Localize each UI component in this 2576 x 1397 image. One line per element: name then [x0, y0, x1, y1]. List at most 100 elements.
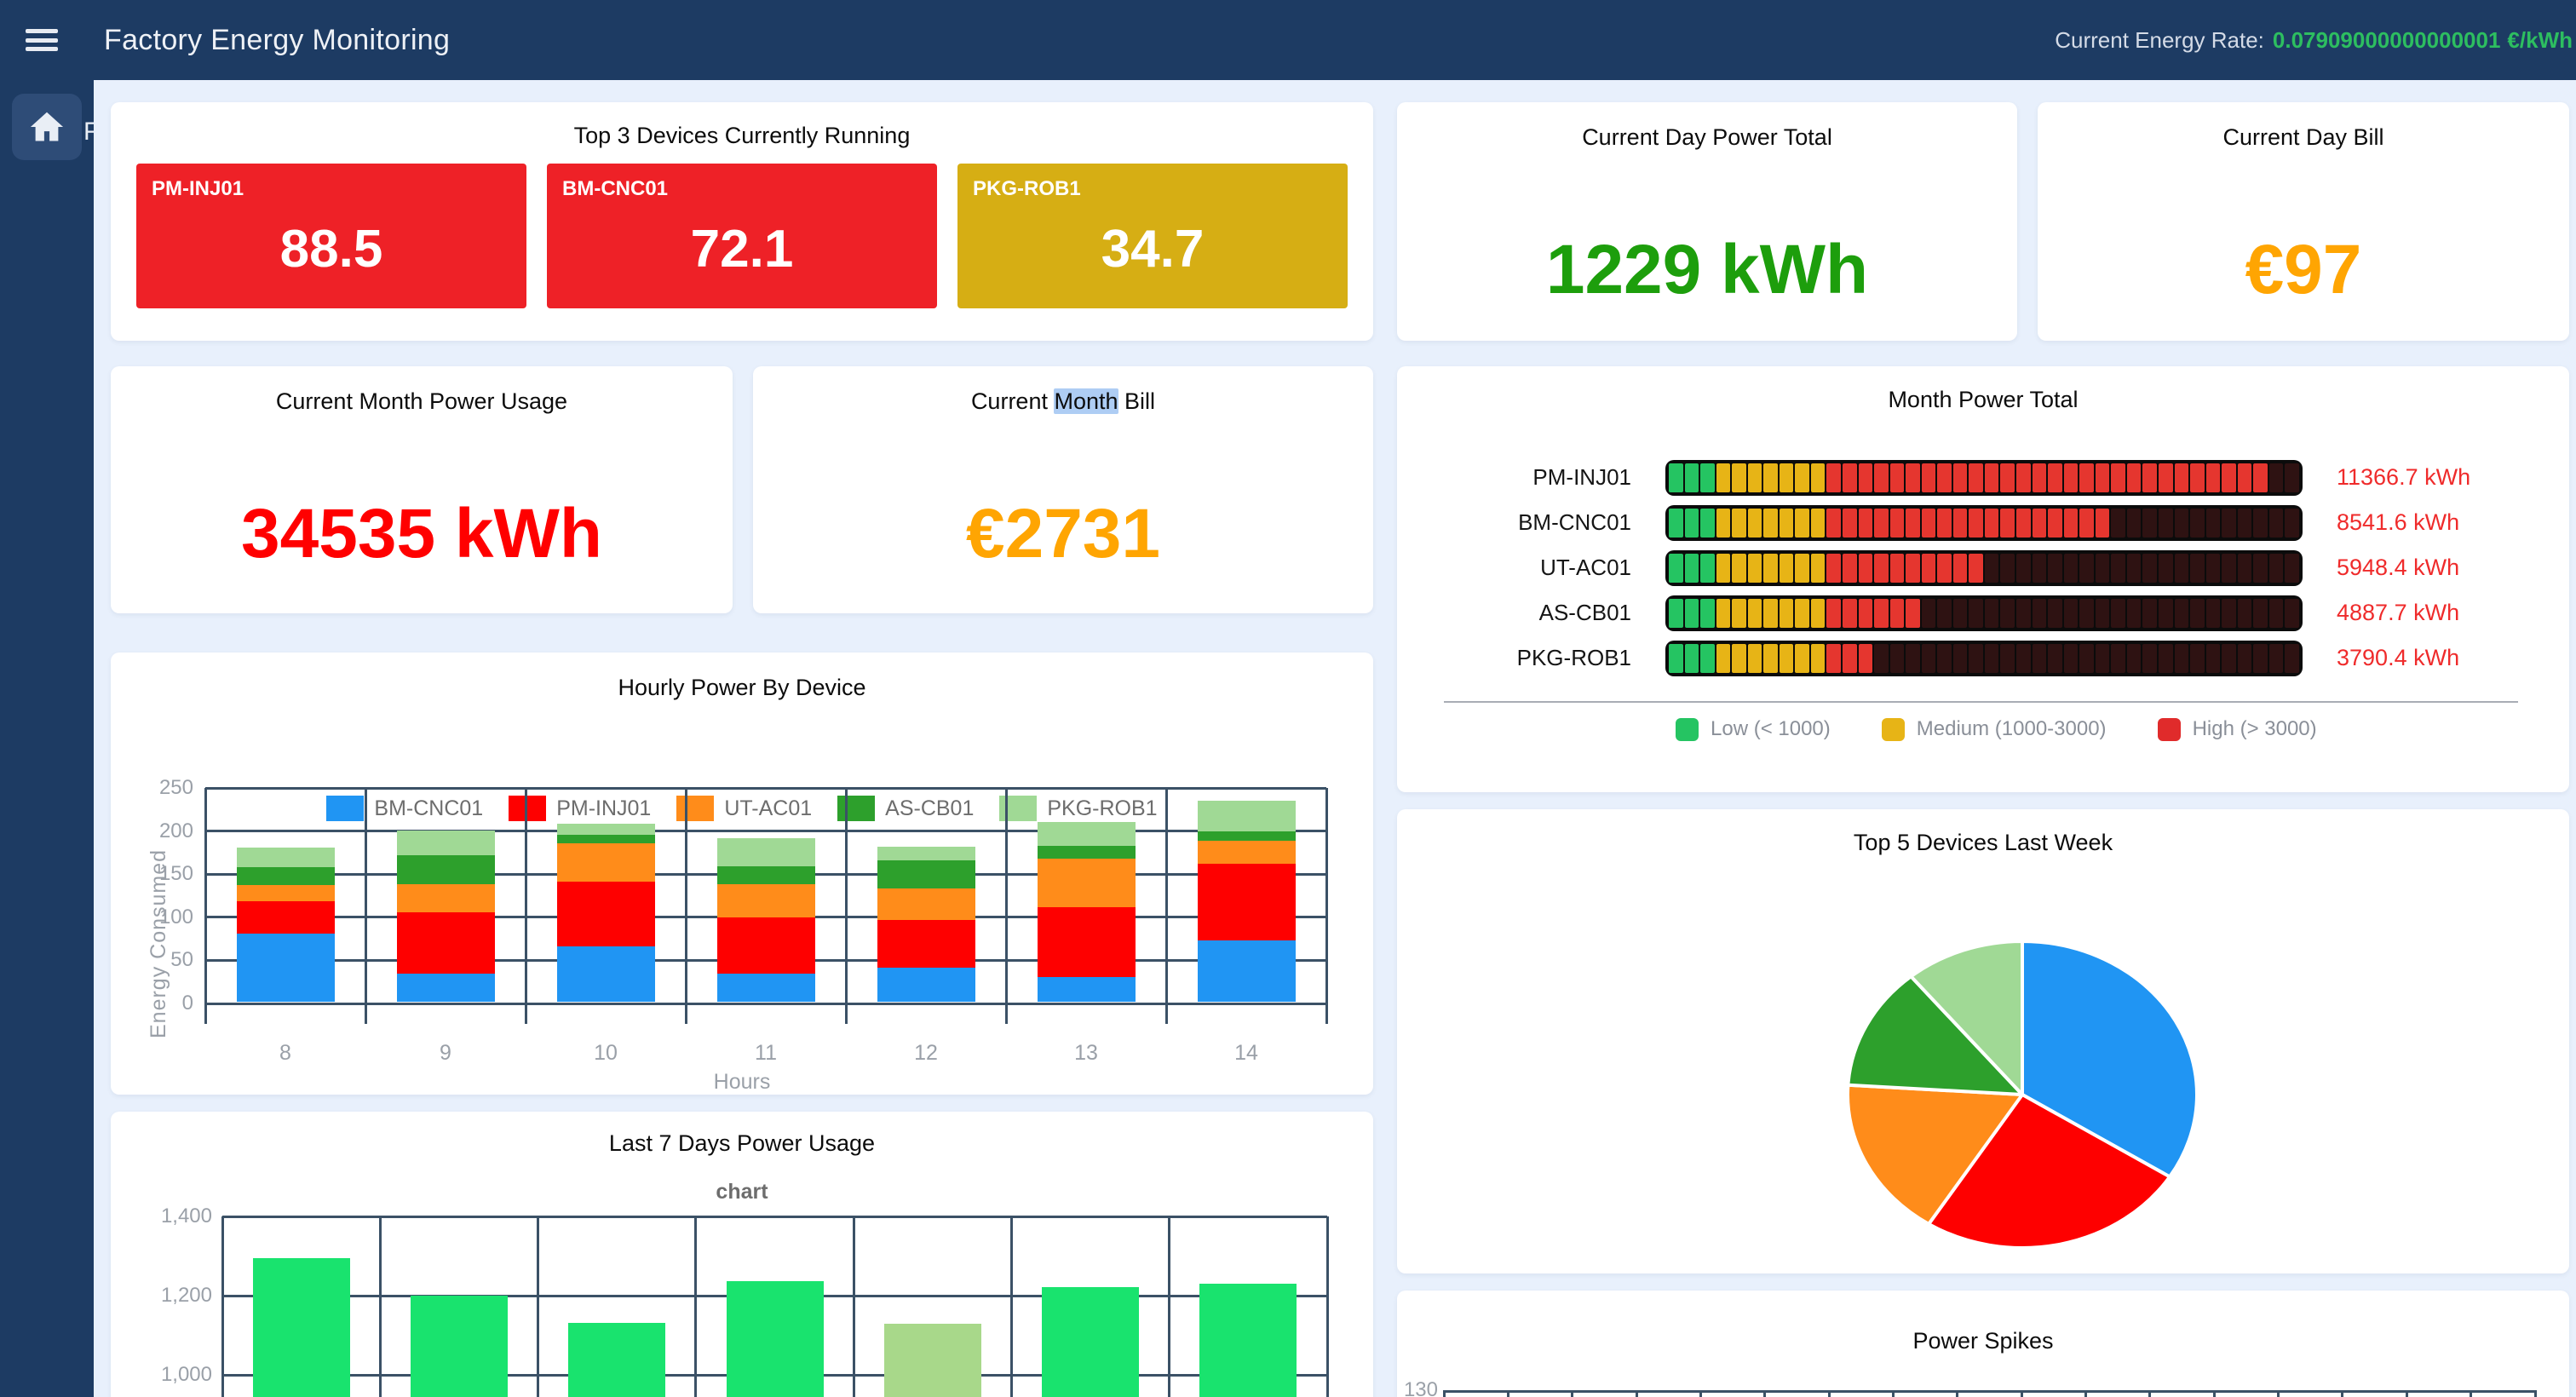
bar-segment	[1937, 509, 1952, 538]
bar-segment-ut-ac01[interactable]	[397, 884, 495, 911]
device-label: UT-AC01	[1397, 555, 1665, 581]
device-kwh-value: 4887.7 kWh	[2303, 600, 2459, 626]
hourly-plot-area[interactable]: 050100150200250891011121314	[205, 788, 1326, 1003]
bar-segment-as-cb01[interactable]	[717, 866, 815, 884]
bar-segment	[1859, 463, 1873, 492]
bar-stack-hour-12[interactable]	[877, 847, 975, 1002]
segmented-bar[interactable]	[1665, 641, 2303, 676]
bar-segment-pkg-rob1[interactable]	[237, 848, 335, 867]
bar-segment-bm-cnc01[interactable]	[717, 974, 815, 1002]
last7-bar[interactable]	[568, 1323, 665, 1397]
bar-segment-as-cb01[interactable]	[877, 860, 975, 888]
bar-segment-pkg-rob1[interactable]	[557, 824, 655, 835]
bar-segment-pm-inj01[interactable]	[1038, 907, 1136, 977]
segmented-bar[interactable]	[1665, 460, 2303, 496]
bar-segment	[1669, 599, 1683, 628]
bar-segment	[1685, 509, 1699, 538]
bar-segment-pkg-rob1[interactable]	[1198, 801, 1296, 831]
gridline	[694, 1216, 697, 1397]
bar-segment	[1874, 554, 1889, 583]
bar-segment-bm-cnc01[interactable]	[237, 934, 335, 1002]
last7-bar[interactable]	[411, 1296, 508, 1397]
bar-segment-bm-cnc01[interactable]	[557, 946, 655, 1002]
segmented-bar[interactable]	[1665, 595, 2303, 631]
bar-segment-ut-ac01[interactable]	[557, 843, 655, 882]
hamburger-menu-icon[interactable]	[26, 26, 60, 55]
bar-segment-pkg-rob1[interactable]	[877, 847, 975, 860]
bar-segment	[1922, 599, 1936, 628]
bar-segment	[1890, 509, 1905, 538]
bar-stack-hour-9[interactable]	[397, 831, 495, 1002]
bar-segment-as-cb01[interactable]	[557, 835, 655, 843]
last7-bar[interactable]	[727, 1281, 824, 1397]
spikes-plot-area[interactable]	[1444, 1390, 2535, 1397]
last7-plot-area[interactable]: 1,4001,2001,000	[222, 1216, 1327, 1397]
gridline	[845, 788, 848, 1003]
device-tile-pkg-rob1[interactable]: PKG-ROB134.7	[957, 164, 1348, 308]
bar-stack-hour-8[interactable]	[237, 848, 335, 1002]
last7-bar[interactable]	[253, 1258, 350, 1397]
bar-segment-bm-cnc01[interactable]	[1038, 977, 1136, 1002]
bar-segment	[2269, 554, 2284, 583]
bar-segment-pm-inj01[interactable]	[1198, 864, 1296, 940]
last7-bar[interactable]	[1042, 1287, 1139, 1397]
device-tile-pm-inj01[interactable]: PM-INJ0188.5	[136, 164, 526, 308]
last7-bar[interactable]	[1199, 1284, 1297, 1397]
bar-segment	[1669, 554, 1683, 583]
bar-segment	[1985, 463, 1999, 492]
segmented-bar[interactable]	[1665, 550, 2303, 586]
bar-segment	[2253, 554, 2268, 583]
bar-segment	[2127, 463, 2142, 492]
home-button[interactable]	[12, 94, 82, 160]
x-tick-label: 9	[440, 1041, 451, 1066]
bar-segment-pm-inj01[interactable]	[877, 920, 975, 968]
bar-segment-pm-inj01[interactable]	[717, 917, 815, 974]
last7-bar[interactable]	[884, 1324, 981, 1397]
pie-chart[interactable]	[1397, 809, 2569, 1273]
gridline	[685, 788, 687, 1003]
bar-segment	[2253, 599, 2268, 628]
segmented-bar[interactable]	[1665, 505, 2303, 541]
day-power-total-card: Current Day Power Total 1229 kWh	[1397, 102, 2017, 341]
rate-label: Current Energy Rate:	[2055, 27, 2264, 54]
bar-segment-ut-ac01[interactable]	[717, 884, 815, 917]
bar-segment-pm-inj01[interactable]	[557, 882, 655, 946]
month-bill-value: €2731	[753, 494, 1373, 574]
bar-segment	[1826, 554, 1841, 583]
bar-segment-pkg-rob1[interactable]	[717, 838, 815, 866]
x-tick-label: 14	[1234, 1041, 1258, 1066]
bar-segment-pm-inj01[interactable]	[237, 901, 335, 934]
table-row: PM-INJ0111366.7 kWh	[1397, 455, 2569, 500]
bar-segment-pkg-rob1[interactable]	[1038, 822, 1136, 846]
bar-segment-ut-ac01[interactable]	[237, 885, 335, 900]
bar-stack-hour-10[interactable]	[557, 824, 655, 1002]
bar-segment-pm-inj01[interactable]	[397, 912, 495, 974]
bar-segment-as-cb01[interactable]	[397, 855, 495, 884]
bar-segment	[2096, 644, 2110, 673]
bar-segment-bm-cnc01[interactable]	[1198, 940, 1296, 1002]
x-tick-label: 12	[914, 1041, 938, 1066]
bar-segment-ut-ac01[interactable]	[1038, 859, 1136, 907]
device-tile-name: BM-CNC01	[547, 164, 937, 201]
bar-segment	[1795, 644, 1809, 673]
bar-segment-as-cb01[interactable]	[1198, 831, 1296, 841]
bar-segment-pkg-rob1[interactable]	[397, 831, 495, 855]
bar-segment-bm-cnc01[interactable]	[877, 968, 975, 1002]
bar-segment-as-cb01[interactable]	[1038, 846, 1136, 859]
bar-segment-ut-ac01[interactable]	[1198, 841, 1296, 864]
device-tile-name: PM-INJ01	[136, 164, 526, 201]
device-tile-bm-cnc01[interactable]: BM-CNC0172.1	[547, 164, 937, 308]
bar-segment-as-cb01[interactable]	[237, 867, 335, 885]
bar-segment-bm-cnc01[interactable]	[397, 974, 495, 1002]
bar-segment-ut-ac01[interactable]	[877, 888, 975, 919]
bar-segment	[1748, 509, 1762, 538]
bar-stack-hour-13[interactable]	[1038, 822, 1136, 1002]
bar-stack-hour-11[interactable]	[717, 838, 815, 1002]
axis-tick	[525, 1003, 527, 1024]
legend-label: Medium (1000-3000)	[1917, 717, 2107, 741]
legend-item: Low (< 1000)	[1676, 717, 1831, 741]
gridline	[1010, 1216, 1013, 1397]
bar-stack-hour-14[interactable]	[1198, 801, 1296, 1002]
table-row: BM-CNC018541.6 kWh	[1397, 500, 2569, 545]
bar-segment	[1732, 509, 1746, 538]
